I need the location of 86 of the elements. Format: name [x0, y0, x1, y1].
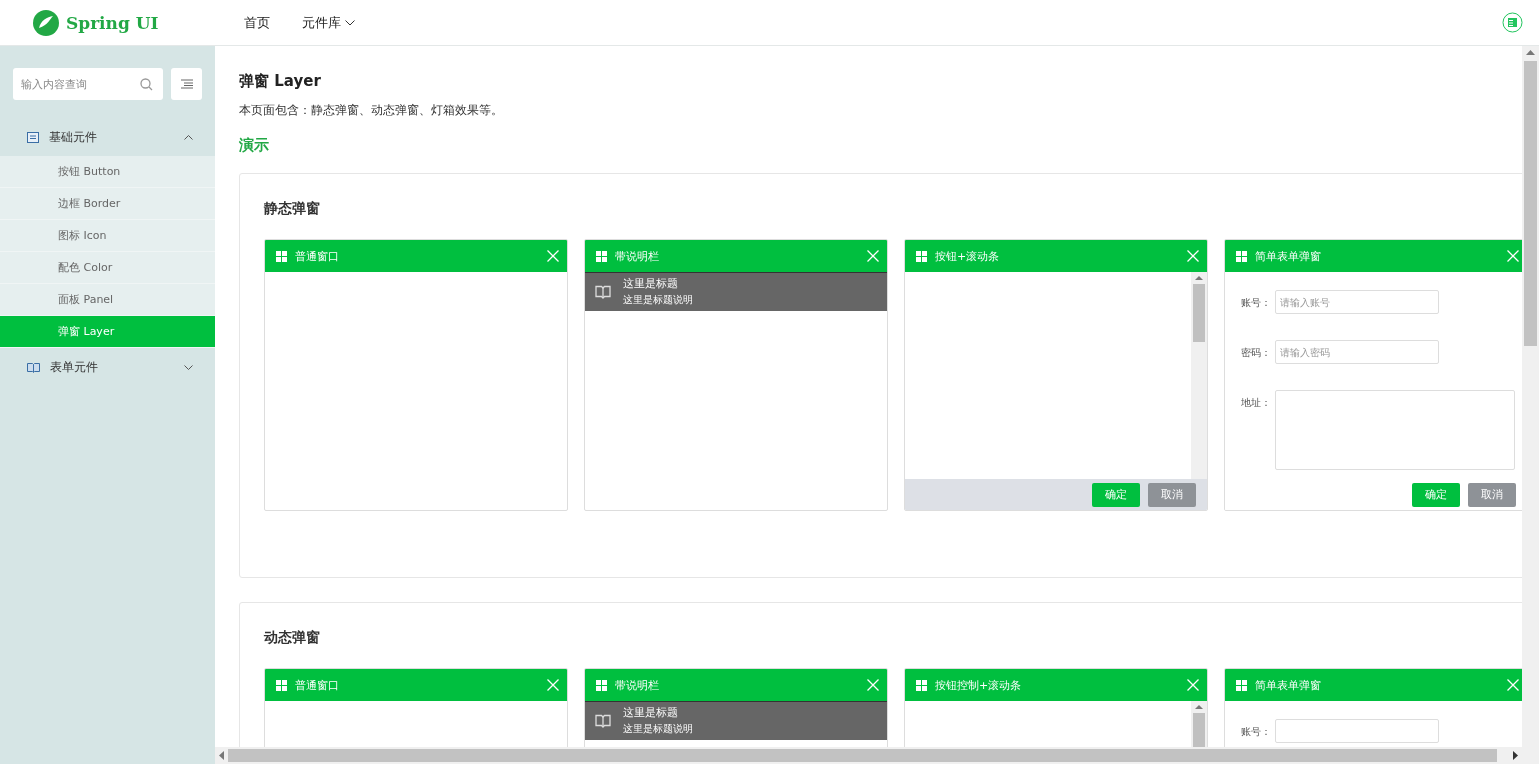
close-icon: [1187, 679, 1199, 691]
close-button[interactable]: [1187, 250, 1199, 262]
close-icon: [1507, 679, 1519, 691]
menu-item[interactable]: 按钮 Button: [0, 156, 215, 188]
close-button[interactable]: [1507, 679, 1519, 691]
close-icon: [867, 250, 879, 262]
grid-icon: [1236, 250, 1247, 262]
close-button[interactable]: [1187, 679, 1199, 691]
arrow-right-icon[interactable]: [1513, 751, 1518, 760]
book-icon: [595, 285, 611, 299]
leaf-logo-icon: [32, 8, 60, 37]
nav-link[interactable]: 元件库: [300, 13, 357, 32]
field-label: 账号：: [1241, 725, 1271, 739]
grid-icon: [916, 250, 927, 262]
close-icon: [1187, 250, 1199, 262]
arrow-up-icon[interactable]: [1195, 276, 1203, 280]
field-label: 密码：: [1241, 346, 1271, 360]
vertical-scrollbar[interactable]: [1522, 46, 1539, 747]
close-button[interactable]: [867, 679, 879, 691]
layer-title: 普通窗口: [295, 677, 340, 693]
address-field[interactable]: [1275, 390, 1515, 470]
close-icon: [1507, 250, 1519, 262]
cancel-button[interactable]: 取消: [1468, 482, 1516, 507]
layer-title: 带说明栏: [615, 248, 660, 264]
menu-group[interactable]: 基础元件: [0, 118, 215, 156]
close-icon: [547, 679, 559, 691]
menu-item[interactable]: 配色 Color: [0, 252, 215, 284]
nav-link[interactable]: 首页: [242, 13, 272, 32]
menu-item[interactable]: 图标 Icon: [0, 220, 215, 252]
menu-item[interactable]: 边框 Border: [0, 188, 215, 220]
arrow-up-icon[interactable]: [1195, 705, 1203, 709]
menu-icon: [180, 79, 193, 89]
input-field[interactable]: [1275, 719, 1439, 743]
menu-group-label: 表单元件: [50, 359, 99, 375]
scrollbar-thumb[interactable]: [1524, 61, 1537, 346]
scrollbar-thumb[interactable]: [228, 749, 1497, 762]
chevron-down-icon: [184, 364, 193, 370]
demo-title: 动态弹窗: [264, 629, 321, 647]
grid-icon: [1236, 679, 1247, 691]
layer-title: 简单表单弹窗: [1255, 248, 1322, 264]
layer-title: 普通窗口: [295, 248, 340, 264]
book-icon[interactable]: [1502, 12, 1523, 33]
page-description: 本页面包含：静态弹窗、动态弹窗、灯箱效果等。: [239, 103, 504, 118]
caption-text: 这里是标题说明: [623, 723, 693, 736]
book-icon: [27, 361, 40, 373]
cancel-button[interactable]: 取消: [1148, 482, 1196, 507]
caption-title: 这里是标题: [623, 706, 679, 720]
close-button[interactable]: [1507, 250, 1519, 262]
arrow-up-icon[interactable]: [1526, 50, 1535, 55]
menu-group-label: 基础元件: [49, 129, 98, 145]
field-label: 账号：: [1241, 296, 1271, 310]
grid-icon: [276, 679, 287, 691]
scrollbar[interactable]: [1191, 272, 1207, 479]
demo-title: 静态弹窗: [264, 200, 321, 218]
caption-title: 这里是标题: [623, 277, 679, 291]
chevron-down-icon: [345, 19, 355, 26]
layer-title: 按钮+滚动条: [935, 248, 1001, 264]
chevron-up-icon: [184, 134, 193, 140]
grid-icon: [276, 250, 287, 262]
field-label: 地址：: [1241, 396, 1271, 410]
close-icon: [547, 250, 559, 262]
arrow-left-icon[interactable]: [219, 751, 224, 760]
window-icon: [27, 131, 39, 143]
close-icon: [867, 679, 879, 691]
horizontal-scrollbar[interactable]: [215, 747, 1522, 764]
close-button[interactable]: [547, 250, 559, 262]
search-icon[interactable]: [140, 78, 153, 91]
layer-title: 按钮控制+滚动条: [935, 677, 1023, 693]
menu-button[interactable]: [171, 68, 202, 100]
logo-text[interactable]: Spring UI: [66, 12, 159, 33]
input-field[interactable]: 请输入密码: [1275, 340, 1439, 364]
section-heading: 演示: [239, 136, 270, 155]
grid-icon: [916, 679, 927, 691]
close-button[interactable]: [547, 679, 559, 691]
search-field[interactable]: 输入内容查询: [13, 68, 163, 100]
menu-group[interactable]: 表单元件: [0, 348, 215, 386]
caption-text: 这里是标题说明: [623, 294, 693, 307]
layer-title: 简单表单弹窗: [1255, 677, 1322, 693]
grid-icon: [596, 250, 607, 262]
close-button[interactable]: [867, 250, 879, 262]
scrollbar-thumb[interactable]: [1193, 284, 1205, 342]
book-icon: [595, 714, 611, 728]
layer-title: 带说明栏: [615, 677, 660, 693]
page-title: 弹窗 Layer: [239, 72, 322, 91]
grid-icon: [596, 679, 607, 691]
input-field[interactable]: 请输入账号: [1275, 290, 1439, 314]
